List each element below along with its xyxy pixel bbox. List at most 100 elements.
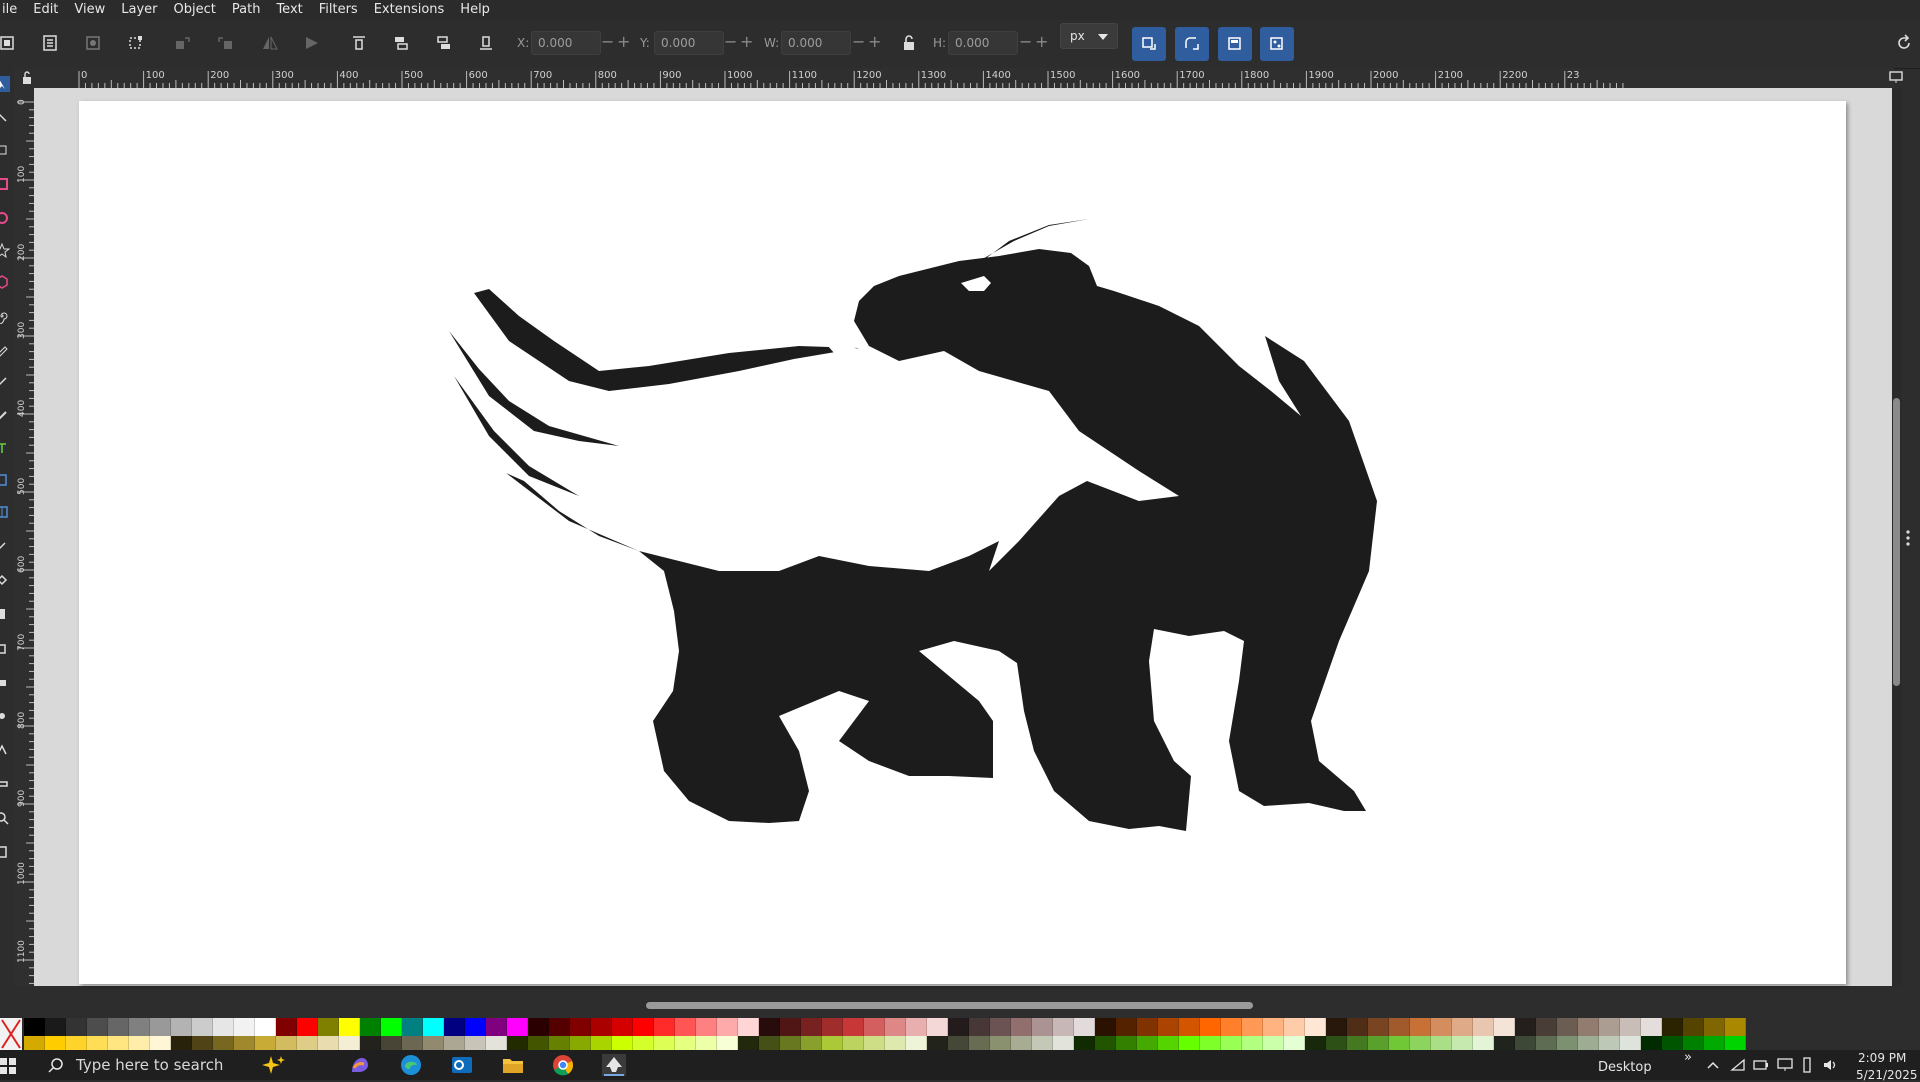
palette-top-swatch[interactable] xyxy=(906,1018,927,1036)
palette-bottom-swatch[interactable] xyxy=(1536,1036,1557,1050)
lower-to-bottom-icon[interactable] xyxy=(475,32,497,54)
palette-bottom-swatch[interactable] xyxy=(948,1036,969,1050)
palette-top-swatch[interactable] xyxy=(549,1018,570,1036)
palette-top-swatch[interactable] xyxy=(759,1018,780,1036)
calligraphy-tool-icon[interactable] xyxy=(0,408,10,424)
palette-top-swatch[interactable] xyxy=(276,1018,297,1036)
palette-top-swatch[interactable] xyxy=(45,1018,66,1036)
palette-top-swatch[interactable] xyxy=(612,1018,633,1036)
palette-top-swatch[interactable] xyxy=(297,1018,318,1036)
palette-bottom-swatch[interactable] xyxy=(339,1036,360,1050)
palette-bottom-swatch[interactable] xyxy=(318,1036,339,1050)
palette-bottom-swatch[interactable] xyxy=(1683,1036,1704,1050)
ellipse-tool-icon[interactable] xyxy=(0,210,10,226)
palette-top-swatch[interactable] xyxy=(1221,1018,1242,1036)
pages-tool-icon[interactable] xyxy=(0,844,10,860)
h-increment-icon[interactable]: + xyxy=(1035,33,1048,51)
palette-bottom-swatch[interactable] xyxy=(570,1036,591,1050)
menu-view[interactable]: View xyxy=(66,0,113,20)
badger-tail-wisp-1[interactable] xyxy=(474,289,859,391)
palette-bottom-swatch[interactable] xyxy=(108,1036,129,1050)
palette-bottom-swatch[interactable] xyxy=(969,1036,990,1050)
palette-bottom-swatch[interactable] xyxy=(759,1036,780,1050)
menu-filters[interactable]: Filters xyxy=(311,0,366,20)
palette-top-swatch[interactable] xyxy=(717,1018,738,1036)
palette-top-swatch[interactable] xyxy=(1599,1018,1620,1036)
raise-icon[interactable] xyxy=(390,32,412,54)
palette-top-swatch[interactable] xyxy=(738,1018,759,1036)
mesh-tool-icon[interactable] xyxy=(0,504,10,520)
battery-icon[interactable] xyxy=(1753,1058,1769,1072)
text-tool-icon[interactable] xyxy=(0,440,10,456)
palette-bottom-swatch[interactable] xyxy=(234,1036,255,1050)
palette-top-swatch[interactable] xyxy=(780,1018,801,1036)
palette-bottom-swatch[interactable] xyxy=(24,1036,45,1050)
network-icon[interactable] xyxy=(1730,1058,1746,1072)
palette-top-swatch[interactable] xyxy=(87,1018,108,1036)
eraser-tool-icon[interactable] xyxy=(0,674,10,690)
palette-top-swatch[interactable] xyxy=(1074,1018,1095,1036)
palette-bottom-swatch[interactable] xyxy=(1284,1036,1305,1050)
palette-top-swatch[interactable] xyxy=(675,1018,696,1036)
select-all-layers-icon[interactable] xyxy=(39,32,61,54)
palette-bottom-swatch[interactable] xyxy=(1725,1036,1746,1050)
palette-bottom-swatch[interactable] xyxy=(1599,1036,1620,1050)
palette-top-swatch[interactable] xyxy=(1620,1018,1641,1036)
palette-bottom-swatch[interactable] xyxy=(507,1036,528,1050)
h-decrement-icon[interactable]: − xyxy=(1019,33,1032,51)
lower-icon[interactable] xyxy=(433,32,455,54)
palette-top-swatch[interactable] xyxy=(1578,1018,1599,1036)
palette-bottom-swatch[interactable] xyxy=(1494,1036,1515,1050)
palette-top-swatch[interactable] xyxy=(444,1018,465,1036)
vertical-scroll-thumb[interactable] xyxy=(1893,398,1900,686)
palette-top-swatch[interactable] xyxy=(66,1018,87,1036)
palette-top-swatch[interactable] xyxy=(1263,1018,1284,1036)
lpe-tool-icon[interactable] xyxy=(0,742,10,758)
palette-bottom-swatch[interactable] xyxy=(675,1036,696,1050)
palette-top-swatch[interactable] xyxy=(1452,1018,1473,1036)
tweak-tool-icon[interactable] xyxy=(0,142,10,158)
palette-bottom-swatch[interactable] xyxy=(1368,1036,1389,1050)
spiral-tool-icon[interactable] xyxy=(0,308,10,324)
palette-top-swatch[interactable] xyxy=(1494,1018,1515,1036)
palette-top-swatch[interactable] xyxy=(696,1018,717,1036)
palette-top-swatch[interactable] xyxy=(1704,1018,1725,1036)
palette-bottom-swatch[interactable] xyxy=(612,1036,633,1050)
palette-top-swatch[interactable] xyxy=(1641,1018,1662,1036)
palette-top-swatch[interactable] xyxy=(1347,1018,1368,1036)
overflow-chevron-icon[interactable]: » xyxy=(1684,1050,1692,1065)
palette-bottom-swatch[interactable] xyxy=(1095,1036,1116,1050)
palette-bottom-swatch[interactable] xyxy=(843,1036,864,1050)
palette-top-swatch[interactable] xyxy=(423,1018,444,1036)
w-increment-icon[interactable]: + xyxy=(868,33,881,51)
x-decrement-icon[interactable]: − xyxy=(601,33,614,51)
palette-top-swatch[interactable] xyxy=(1116,1018,1137,1036)
connector-tool-icon[interactable] xyxy=(0,708,10,724)
palette-bottom-swatch[interactable] xyxy=(1515,1036,1536,1050)
palette-bottom-swatch[interactable] xyxy=(1578,1036,1599,1050)
w-decrement-icon[interactable]: − xyxy=(852,33,865,51)
menu-path[interactable]: Path xyxy=(224,0,269,20)
document-page[interactable] xyxy=(79,101,1846,984)
palette-bottom-swatch[interactable] xyxy=(129,1036,150,1050)
menu-extensions[interactable]: Extensions xyxy=(366,0,453,20)
palette-top-swatch[interactable] xyxy=(1137,1018,1158,1036)
scale-stroke-icon[interactable] xyxy=(1132,27,1166,61)
menu-object[interactable]: Object xyxy=(166,0,224,20)
palette-bottom-swatch[interactable] xyxy=(864,1036,885,1050)
palette-bottom-swatch[interactable] xyxy=(45,1036,66,1050)
measure-tool-icon[interactable] xyxy=(0,776,10,792)
horizontal-scroll-thumb[interactable] xyxy=(646,1002,1253,1009)
palette-top-swatch[interactable] xyxy=(528,1018,549,1036)
x-increment-icon[interactable]: + xyxy=(617,33,630,51)
palette-bottom-swatch[interactable] xyxy=(1263,1036,1284,1050)
palette-bottom-swatch[interactable] xyxy=(1074,1036,1095,1050)
palette-bottom-swatch[interactable] xyxy=(465,1036,486,1050)
outlook-icon[interactable] xyxy=(450,1054,474,1076)
palette-bottom-swatch[interactable] xyxy=(402,1036,423,1050)
copilot-sparkle-icon[interactable] xyxy=(262,1054,286,1076)
transform-toggle-icon[interactable] xyxy=(124,32,146,54)
palette-top-swatch[interactable] xyxy=(1032,1018,1053,1036)
palette-bottom-swatch[interactable] xyxy=(1662,1036,1683,1050)
ruler-lock-icon[interactable] xyxy=(20,70,34,86)
